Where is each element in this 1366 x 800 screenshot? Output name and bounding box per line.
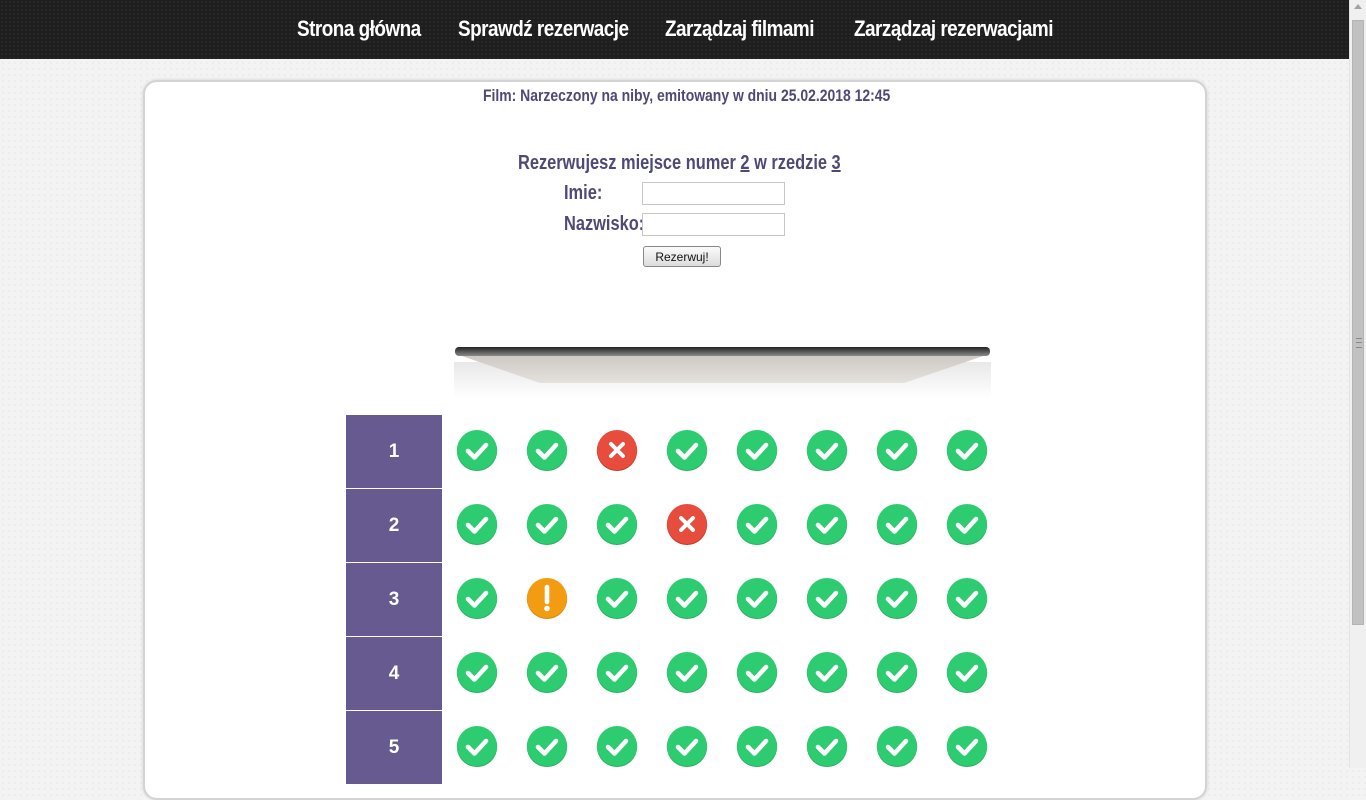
row-label: 4 [346,637,442,710]
scroll-up-arrow-icon[interactable] [1354,4,1362,9]
seat-available-check-icon[interactable] [736,725,778,767]
last-name-input[interactable] [642,213,785,236]
reservation-text-middle: w rzedzie [749,152,832,174]
nav-link-check-reservations[interactable]: Sprawdź rezerwacje [458,12,629,46]
seat-available-check-icon[interactable] [456,429,498,471]
seat-available-check-icon[interactable] [666,651,708,693]
top-navigation: Strona główna Sprawdź rezerwacje Zarządz… [0,0,1349,59]
seat-available-check-icon[interactable] [946,577,988,619]
seat-available-check-icon[interactable] [876,429,918,471]
seat-available-check-icon[interactable] [806,577,848,619]
seat-available-check-icon[interactable] [946,503,988,545]
nav-link-home[interactable]: Strona główna [297,12,421,46]
seat-available-check-icon[interactable] [806,503,848,545]
seat-number: 2 [740,152,750,174]
vertical-scrollbar[interactable] [1349,0,1366,768]
seat-available-check-icon[interactable] [596,651,638,693]
reservation-summary: Rezerwujesz miejsce numer 2 w rzedzie 3 [518,151,841,175]
seat-taken-cross-icon [596,429,638,471]
reservation-text-before: Rezerwujesz miejsce numer [518,152,741,174]
seat-available-check-icon[interactable] [946,725,988,767]
seat-row: 1 [346,415,1006,489]
seat-available-check-icon[interactable] [456,651,498,693]
seat-taken-cross-icon [666,503,708,545]
row-label: 1 [346,415,442,488]
last-name-label: Nazwisko: [564,213,645,235]
seat-available-check-icon[interactable] [736,651,778,693]
reserve-button[interactable]: Rezerwuj! [643,246,721,267]
nav-link-manage-films[interactable]: Zarządzaj filmami [665,12,814,46]
seat-row: 2 [346,489,1006,563]
row-label: 5 [346,711,442,784]
seat-available-check-icon[interactable] [806,725,848,767]
nav-link-manage-reservations[interactable]: Zarządzaj rezerwacjami [854,12,1053,46]
scroll-thumb[interactable] [1352,20,1364,625]
seat-row: 5 [346,711,1006,785]
seat-available-check-icon[interactable] [876,651,918,693]
seat-available-check-icon[interactable] [946,429,988,471]
seat-available-check-icon[interactable] [456,503,498,545]
first-name-label: Imie: [564,182,603,204]
film-info: Film: Narzeczony na niby, emitowany w dn… [483,86,891,105]
seat-available-check-icon[interactable] [526,651,568,693]
seat-available-check-icon[interactable] [736,577,778,619]
cinema-screen-icon [454,347,991,398]
seat-available-check-icon[interactable] [736,503,778,545]
seat-selected-exclamation-icon[interactable] [526,577,568,619]
seat-available-check-icon[interactable] [526,503,568,545]
seat-available-check-icon[interactable] [456,577,498,619]
seat-available-check-icon[interactable] [666,429,708,471]
seat-available-check-icon[interactable] [596,503,638,545]
seat-available-check-icon[interactable] [666,577,708,619]
seat-available-check-icon[interactable] [806,429,848,471]
seat-available-check-icon[interactable] [876,725,918,767]
grip-icon [1356,338,1362,348]
seat-available-check-icon[interactable] [736,429,778,471]
seat-available-check-icon[interactable] [876,503,918,545]
seat-available-check-icon[interactable] [666,725,708,767]
seat-available-check-icon[interactable] [596,725,638,767]
seat-available-check-icon[interactable] [806,651,848,693]
row-label: 2 [346,489,442,562]
seat-available-check-icon[interactable] [876,577,918,619]
seat-row: 4 [346,637,1006,711]
seat-available-check-icon[interactable] [946,651,988,693]
seat-available-check-icon[interactable] [596,577,638,619]
seat-available-check-icon[interactable] [456,725,498,767]
seat-row: 3 [346,563,1006,637]
seat-available-check-icon[interactable] [526,429,568,471]
row-label: 3 [346,563,442,636]
seat-available-check-icon[interactable] [526,725,568,767]
row-number: 3 [831,152,841,174]
first-name-input[interactable] [642,182,785,205]
